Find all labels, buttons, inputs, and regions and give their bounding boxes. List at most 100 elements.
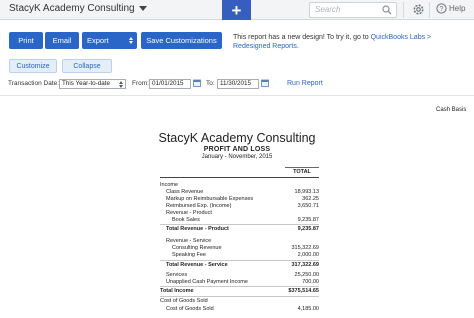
row-label: Unapplied Cash Payment Income (166, 279, 248, 285)
export-dropdown[interactable]: Export (82, 32, 137, 49)
caret-down-icon[interactable] (138, 6, 147, 11)
report-row: Reimbursed Exp. (Income) 3,650.71 (160, 203, 319, 210)
save-customizations-label[interactable]: Save Customizations (146, 36, 216, 45)
customize-label[interactable]: Customize (16, 63, 49, 70)
search-icon[interactable] (382, 5, 392, 15)
search-input[interactable]: Search (309, 2, 397, 18)
svg-text:?: ? (440, 6, 444, 13)
transaction-date-label: Transaction Date: (8, 80, 60, 87)
row-label: Total Revenue - Product (166, 226, 229, 232)
row-divider (160, 260, 319, 261)
notice-text: This report has a new design! To try it,… (233, 34, 371, 41)
row-value: 3,650.71 (297, 203, 319, 209)
report-row: Cost of Goods Sold 4,185.00 (160, 306, 319, 313)
help-icon[interactable]: ? (436, 3, 447, 14)
row-value: 9,235.87 (297, 226, 319, 232)
help-button[interactable]: ? Help (436, 3, 465, 14)
report-row: Unapplied Cash Payment Income 700.00 (160, 279, 319, 286)
row-value: 4,185.00 (297, 306, 319, 312)
customize-button[interactable]: Customize (9, 59, 57, 73)
row-value: 700.00 (302, 279, 319, 285)
calendar-icon[interactable] (261, 79, 269, 87)
report-period: January - November, 2015 (201, 154, 273, 160)
row-label: Reimbursed Exp. (Income) (166, 203, 232, 209)
row-label: Class Revenue (166, 189, 204, 195)
search-placeholder: Search (315, 5, 341, 14)
row-label: Income (160, 182, 179, 188)
from-date-value[interactable]: 01/01/2015 (152, 80, 184, 87)
row-divider (160, 286, 319, 287)
report-company-name: StacyK Academy Consulting (158, 131, 316, 145)
row-label: Markup on Reimbursable Expenses (166, 196, 254, 202)
redesign-notice: This report has a new design! To try it,… (233, 33, 468, 51)
report-row: Services 25,250.00 (160, 272, 319, 279)
report-title: PROFIT AND LOSS (203, 146, 271, 153)
row-label: Services (166, 272, 188, 278)
from-label: From: (132, 80, 149, 87)
save-customizations-button[interactable]: Save Customizations (141, 32, 222, 49)
to-label: To: (206, 80, 215, 87)
report-basis: Cash Basis (436, 107, 467, 113)
row-value: 18,993.13 (294, 189, 319, 195)
row-label: Revenue - Product (166, 210, 212, 216)
row-value: 2,000.00 (297, 252, 319, 258)
column-header-rule (160, 177, 319, 178)
top-bar: StacyK Academy Consulting + Search ? Hel… (0, 0, 474, 20)
row-value: 25,250.00 (294, 272, 319, 278)
row-label: Total Revenue - Service (166, 262, 228, 268)
report-row: Class Revenue 18,993.13 (160, 189, 319, 196)
calendar-icon[interactable] (193, 79, 201, 87)
transaction-date-value[interactable]: This Year-to-date (62, 80, 110, 87)
row-divider (160, 224, 319, 225)
run-report-link[interactable]: Run Report (287, 80, 323, 87)
select-arrows-icon[interactable] (119, 81, 123, 88)
row-label: Total Income (160, 288, 194, 294)
transaction-date-select[interactable]: This Year-to-date (59, 79, 126, 89)
column-header-top-rule (285, 167, 319, 168)
divider (0, 95, 474, 96)
report-row: Revenue - Product (160, 210, 319, 217)
row-label: Consulting Revenue (172, 245, 222, 251)
row-label: Cost of Goods Sold (166, 306, 214, 312)
column-header-total: TOTAL (293, 169, 311, 175)
row-label: Speaking Fee (172, 252, 206, 258)
row-label: Book Sales (172, 217, 200, 223)
report-row: Total Revenue - Product 9,235.87 (160, 226, 319, 233)
report-row: Income (160, 182, 319, 189)
collapse-label[interactable]: Collapse (73, 63, 100, 70)
collapse-button[interactable]: Collapse (62, 59, 112, 73)
row-value: $375,514.65 (288, 288, 319, 294)
help-label[interactable]: Help (449, 4, 465, 13)
divider (429, 2, 430, 18)
to-date-value[interactable]: 11/30/2015 (220, 80, 251, 87)
report-row: Total Income $375,514.65 (160, 288, 319, 295)
email-label[interactable]: Email (53, 36, 72, 45)
email-button[interactable]: Email (45, 32, 79, 49)
row-label: Cost of Goods Sold (160, 298, 208, 304)
to-date-input[interactable]: 11/30/2015 (217, 79, 259, 89)
row-value: 9,235.87 (297, 217, 319, 223)
report-row: Speaking Fee 2,000.00 (160, 252, 319, 259)
from-date-input[interactable]: 01/01/2015 (149, 79, 191, 89)
company-name[interactable]: StacyK Academy Consulting (9, 3, 135, 14)
print-label[interactable]: Print (18, 36, 33, 45)
row-label: Revenue - Service (166, 238, 212, 244)
gear-icon[interactable] (412, 3, 425, 16)
select-arrows-icon[interactable] (129, 37, 133, 44)
company-switcher[interactable]: StacyK Academy Consulting (9, 3, 147, 14)
divider (403, 2, 404, 18)
report-row: Revenue - Service (160, 238, 319, 245)
report-row: Cost of Goods Sold (160, 298, 319, 305)
create-new-button[interactable]: + (222, 0, 251, 20)
report-row: Markup on Reimbursable Expenses 362.25 (160, 196, 319, 203)
report-row: Book Sales 9,235.87 (160, 217, 319, 224)
export-label[interactable]: Export (87, 36, 109, 45)
plus-icon[interactable]: + (232, 2, 242, 19)
row-divider (160, 296, 319, 297)
row-value: 315,322.69 (291, 245, 319, 251)
print-button[interactable]: Print (9, 32, 43, 49)
report-row: Consulting Revenue 315,322.69 (160, 245, 319, 252)
row-value: 362.25 (302, 196, 319, 202)
row-value: 317,322.69 (291, 262, 319, 268)
report-row: Total Revenue - Service 317,322.69 (160, 262, 319, 269)
